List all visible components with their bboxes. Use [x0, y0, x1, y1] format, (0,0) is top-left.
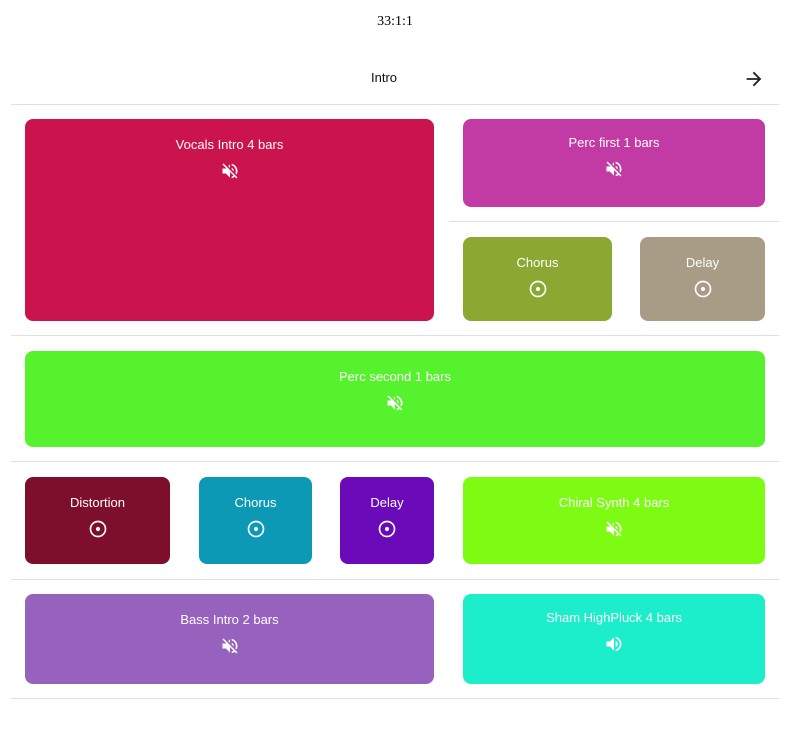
pad-label: Chorus [516, 255, 559, 270]
pad-label: Delay [685, 255, 720, 270]
pad-label: Perc second 1 bars [338, 369, 451, 384]
pad-perc-first[interactable]: Perc first 1 bars [463, 119, 765, 207]
pad-bass-intro[interactable]: Bass Intro 2 bars [25, 594, 434, 684]
pad-distortion-effect[interactable]: Distortion [25, 477, 170, 564]
disc-icon [88, 519, 108, 539]
pad-chorus-effect[interactable]: Chorus [199, 477, 312, 564]
divider [449, 221, 779, 222]
disc-icon [377, 519, 397, 539]
pad-delay-effect[interactable]: Delay [640, 237, 765, 321]
disc-icon [693, 279, 713, 299]
pad-label: Sham HighPluck 4 bars [546, 610, 682, 625]
section-title: Intro [370, 70, 397, 85]
section-header: Intro [11, 56, 779, 100]
divider [11, 335, 779, 336]
disc-icon [528, 279, 548, 299]
pad-label: Chiral Synth 4 bars [558, 495, 670, 510]
pad-delay-effect[interactable]: Delay [340, 477, 434, 564]
volume-off-icon [385, 393, 405, 413]
volume-off-icon [220, 161, 240, 181]
volume-off-icon [604, 519, 624, 539]
pad-sham-highpluck[interactable]: Sham HighPluck 4 bars [463, 594, 765, 684]
divider [11, 104, 779, 105]
pad-chorus-effect[interactable]: Chorus [463, 237, 612, 321]
pad-vocals-intro[interactable]: Vocals Intro 4 bars [25, 119, 434, 321]
pad-label: Chorus [234, 495, 277, 510]
divider [11, 461, 779, 462]
pad-label: Bass Intro 2 bars [180, 612, 279, 627]
pad-chiral-synth[interactable]: Chiral Synth 4 bars [463, 477, 765, 564]
pad-label: Delay [370, 495, 404, 510]
next-section-button[interactable] [743, 68, 765, 90]
divider [11, 579, 779, 580]
disc-icon [246, 519, 266, 539]
timeline-counter: 33:1:1 [377, 14, 413, 29]
volume-off-icon [604, 159, 624, 179]
pad-perc-second[interactable]: Perc second 1 bars [25, 351, 765, 447]
volume-up-icon [604, 634, 624, 654]
divider [11, 698, 779, 699]
pad-label: Distortion [70, 495, 125, 510]
pad-label: Vocals Intro 4 bars [175, 137, 284, 152]
arrow-right-icon [746, 71, 762, 87]
pad-label: Perc first 1 bars [568, 135, 660, 150]
volume-off-icon [220, 636, 240, 656]
